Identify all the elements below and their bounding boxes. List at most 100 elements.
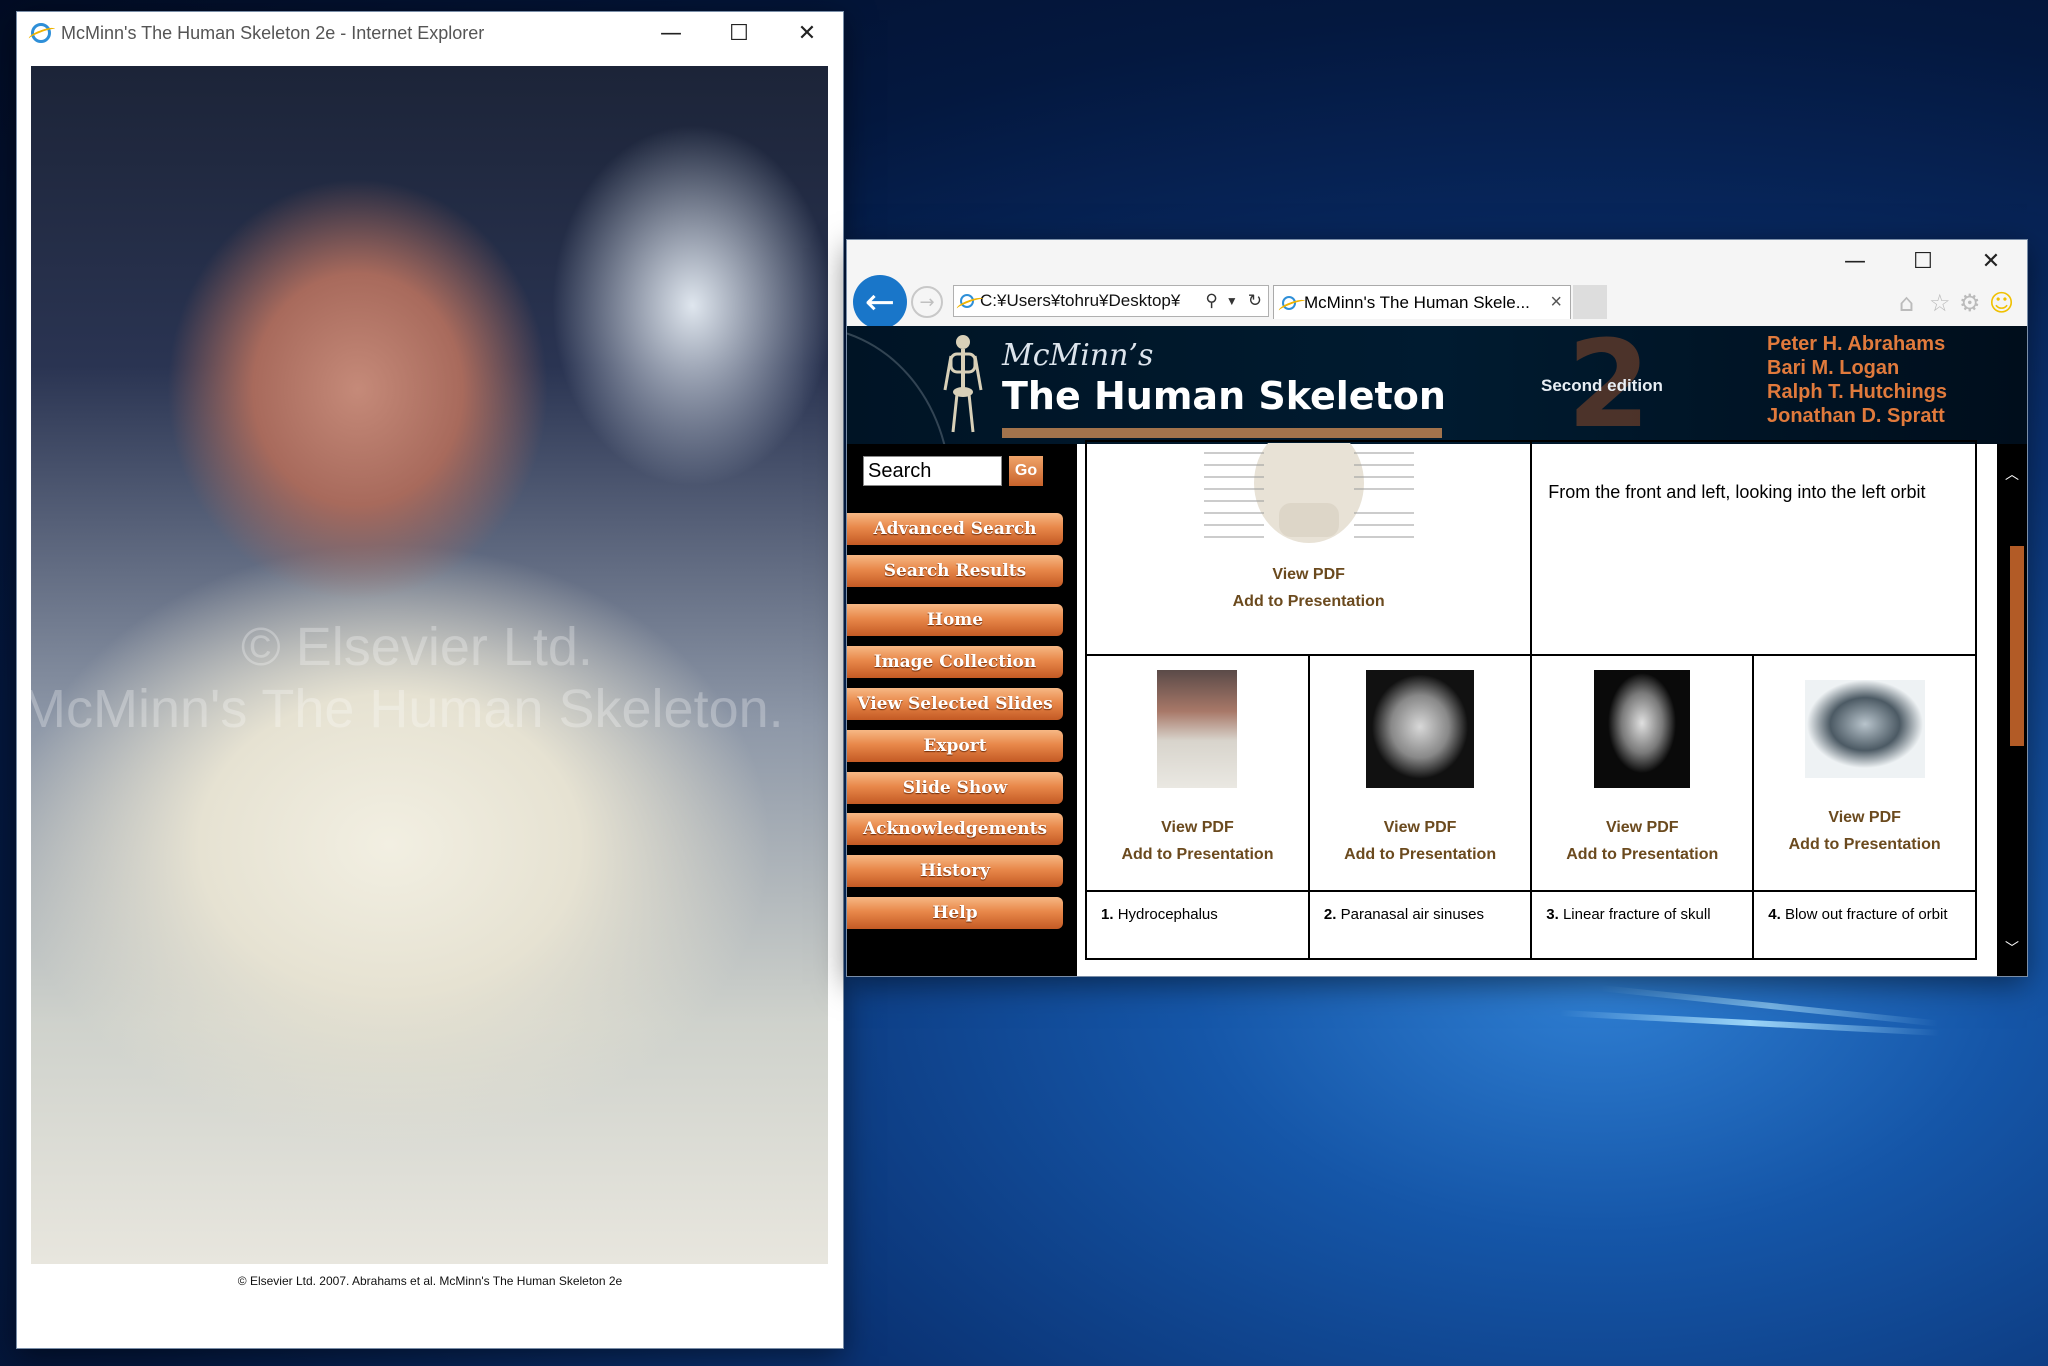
close-button[interactable]: ✕	[1957, 240, 2025, 282]
minimize-button[interactable]: —	[637, 12, 705, 54]
banner-underline	[1002, 428, 1442, 438]
title-bar[interactable]: McMinn's The Human Skeleton 2e - Interne…	[17, 12, 843, 54]
caption-cell: 1. Hydrocephalus	[1085, 890, 1310, 960]
scrollbar-thumb[interactable]	[2010, 546, 2024, 746]
page-icon	[960, 294, 974, 308]
tab-title: McMinn's The Human Skele...	[1304, 292, 1530, 312]
item-number: 2.	[1323, 906, 1337, 923]
view-pdf-link[interactable]: View PDF	[1088, 814, 1307, 841]
gear-icon[interactable]: ⚙	[1959, 289, 1981, 317]
dropdown-icon[interactable]: ▼	[1226, 294, 1238, 308]
view-pdf-link[interactable]: View PDF	[1533, 814, 1751, 841]
item-number: 3.	[1546, 906, 1559, 923]
minimize-button[interactable]: —	[1821, 240, 1889, 282]
nav-search-results[interactable]: Search Results	[847, 555, 1063, 587]
add-to-presentation-link[interactable]: Add to Presentation	[1533, 841, 1751, 868]
page-content: McMinn’s The Human Skeleton 2 Second edi…	[847, 326, 2027, 976]
add-to-presentation-link[interactable]: Add to Presentation	[1088, 841, 1307, 868]
nav-slide-show[interactable]: Slide Show	[847, 772, 1063, 804]
author-name: Ralph T. Hutchings	[1767, 381, 1947, 403]
banner-title: The Human Skeleton	[1002, 374, 1446, 418]
table-row: 1. Hydrocephalus 2. Paranasal air sinuse…	[1085, 890, 1977, 960]
maximize-button[interactable]: ☐	[1889, 240, 1957, 282]
results-area: View PDF Add to Presentation From the fr…	[1077, 440, 1997, 976]
image-viewer-window: McMinn's The Human Skeleton 2e - Interne…	[17, 12, 843, 1348]
result-cell: View PDF Add to Presentation	[1307, 654, 1533, 892]
result-cell: View PDF Add to Presentation	[1084, 440, 1533, 656]
back-button[interactable]: ←	[853, 275, 907, 329]
caption-cell: 2. Paranasal air sinuses	[1307, 890, 1533, 960]
address-text: C:¥Users¥tohru¥Desktop¥	[980, 291, 1181, 310]
smiley-icon[interactable]: ☺	[1989, 289, 2014, 317]
hydrocephalus-photo: © Elsevier Ltd. McMinn's The Human Skele…	[31, 66, 828, 1264]
add-to-presentation-link[interactable]: Add to Presentation	[1755, 831, 1974, 858]
item-number: 1.	[1101, 906, 1114, 923]
window-title: McMinn's The Human Skeleton 2e - Interne…	[61, 22, 485, 43]
edition-label: Second edition	[1541, 376, 1663, 395]
results-table: View PDF Add to Presentation From the fr…	[1084, 440, 1977, 960]
nav-view-selected-slides[interactable]: View Selected Slides	[847, 688, 1063, 720]
title-bar[interactable]: — ☐ ✕	[847, 240, 2027, 280]
forward-button[interactable]: →	[911, 286, 943, 318]
item-label: Hydrocephalus	[1117, 906, 1218, 923]
ie-logo-icon	[1282, 295, 1296, 310]
view-pdf-link[interactable]: View PDF	[1755, 804, 1974, 831]
author-name: Bari M. Logan	[1767, 357, 1900, 379]
ie-logo-icon	[31, 23, 51, 43]
watermark-line-1: © Elsevier Ltd.	[241, 617, 593, 677]
skull-diagram-thumbnail	[1203, 443, 1414, 543]
nav-export[interactable]: Export	[847, 730, 1063, 762]
item-label: Blow out fracture of orbit	[1784, 906, 1948, 923]
result-cell: View PDF Add to Presentation	[1752, 654, 1977, 892]
back-arrow-icon: ←	[864, 281, 896, 323]
result-cell: View PDF Add to Presentation	[1085, 654, 1310, 892]
hydrocephalus-thumbnail[interactable]	[1157, 670, 1238, 788]
home-icon[interactable]: ⌂	[1899, 289, 1914, 317]
nav-acknowledgements[interactable]: Acknowledgements	[847, 813, 1063, 845]
image-caption: © Elsevier Ltd. 2007. Abrahams et al. Mc…	[237, 1274, 623, 1288]
nav-help[interactable]: Help	[847, 897, 1063, 929]
watermark-line-2: McMinn's The Human Skeleton.	[31, 679, 784, 739]
forward-arrow-icon: →	[919, 291, 935, 313]
table-row: View PDF Add to Presentation From the fr…	[1084, 440, 1977, 656]
banner-arc-decoration	[847, 326, 951, 444]
add-to-presentation-link[interactable]: Add to Presentation	[1088, 588, 1529, 615]
new-tab-button[interactable]	[1573, 285, 1607, 319]
sidebar: Search Go Advanced Search Search Results…	[847, 444, 1074, 976]
close-button[interactable]: ✕	[773, 12, 841, 54]
table-row: View PDF Add to Presentation View PDF Ad…	[1085, 654, 1977, 892]
nav-advanced-search[interactable]: Advanced Search	[847, 513, 1063, 545]
browser-window: — ☐ ✕ ← → C:¥Users¥tohru¥Desktop¥ ⚲ ▼ ↻ …	[847, 240, 2027, 976]
browser-tab[interactable]: McMinn's The Human Skele... ×	[1273, 285, 1571, 319]
tab-close-icon[interactable]: ×	[1550, 291, 1562, 314]
caption-cell: 4. Blow out fracture of orbit	[1752, 890, 1977, 960]
scroll-up-icon[interactable]: ︿	[2005, 464, 2019, 484]
scroll-down-icon[interactable]: ﹀	[2005, 938, 2019, 958]
view-pdf-link[interactable]: View PDF	[1311, 814, 1529, 841]
address-bar[interactable]: C:¥Users¥tohru¥Desktop¥ ⚲ ▼ ↻	[953, 285, 1269, 317]
view-pdf-link[interactable]: View PDF	[1088, 561, 1529, 588]
go-button[interactable]: Go	[1009, 456, 1043, 486]
search-input[interactable]: Search	[863, 456, 1002, 486]
item-label: Paranasal air sinuses	[1340, 906, 1485, 923]
linear-fracture-xray-thumbnail[interactable]	[1594, 670, 1691, 788]
item-label: Linear fracture of skull	[1562, 906, 1711, 923]
refresh-icon[interactable]: ↻	[1248, 291, 1262, 311]
paranasal-sinuses-xray-thumbnail[interactable]	[1366, 670, 1475, 788]
search-icon[interactable]: ⚲	[1205, 291, 1217, 311]
authors-list: Peter H. Abrahams Bari M. Logan Ralph T.…	[1767, 332, 1947, 428]
result-cell: View PDF Add to Presentation	[1530, 654, 1755, 892]
star-icon[interactable]: ☆	[1929, 289, 1951, 317]
site-banner: McMinn’s The Human Skeleton 2 Second edi…	[847, 326, 2027, 444]
nav-image-collection[interactable]: Image Collection	[847, 646, 1063, 678]
maximize-button[interactable]: ☐	[705, 12, 773, 54]
nav-history[interactable]: History	[847, 855, 1063, 887]
nav-home[interactable]: Home	[847, 604, 1063, 636]
caption-cell: 3. Linear fracture of skull	[1530, 890, 1755, 960]
add-to-presentation-link[interactable]: Add to Presentation	[1311, 841, 1529, 868]
banner-subtitle: McMinn’s	[1002, 338, 1154, 373]
item-number: 4.	[1768, 906, 1781, 923]
image-description: From the front and left, looking into th…	[1530, 440, 1977, 656]
skeleton-icon	[943, 335, 983, 433]
blow-out-fracture-xray-thumbnail[interactable]	[1804, 680, 1925, 778]
